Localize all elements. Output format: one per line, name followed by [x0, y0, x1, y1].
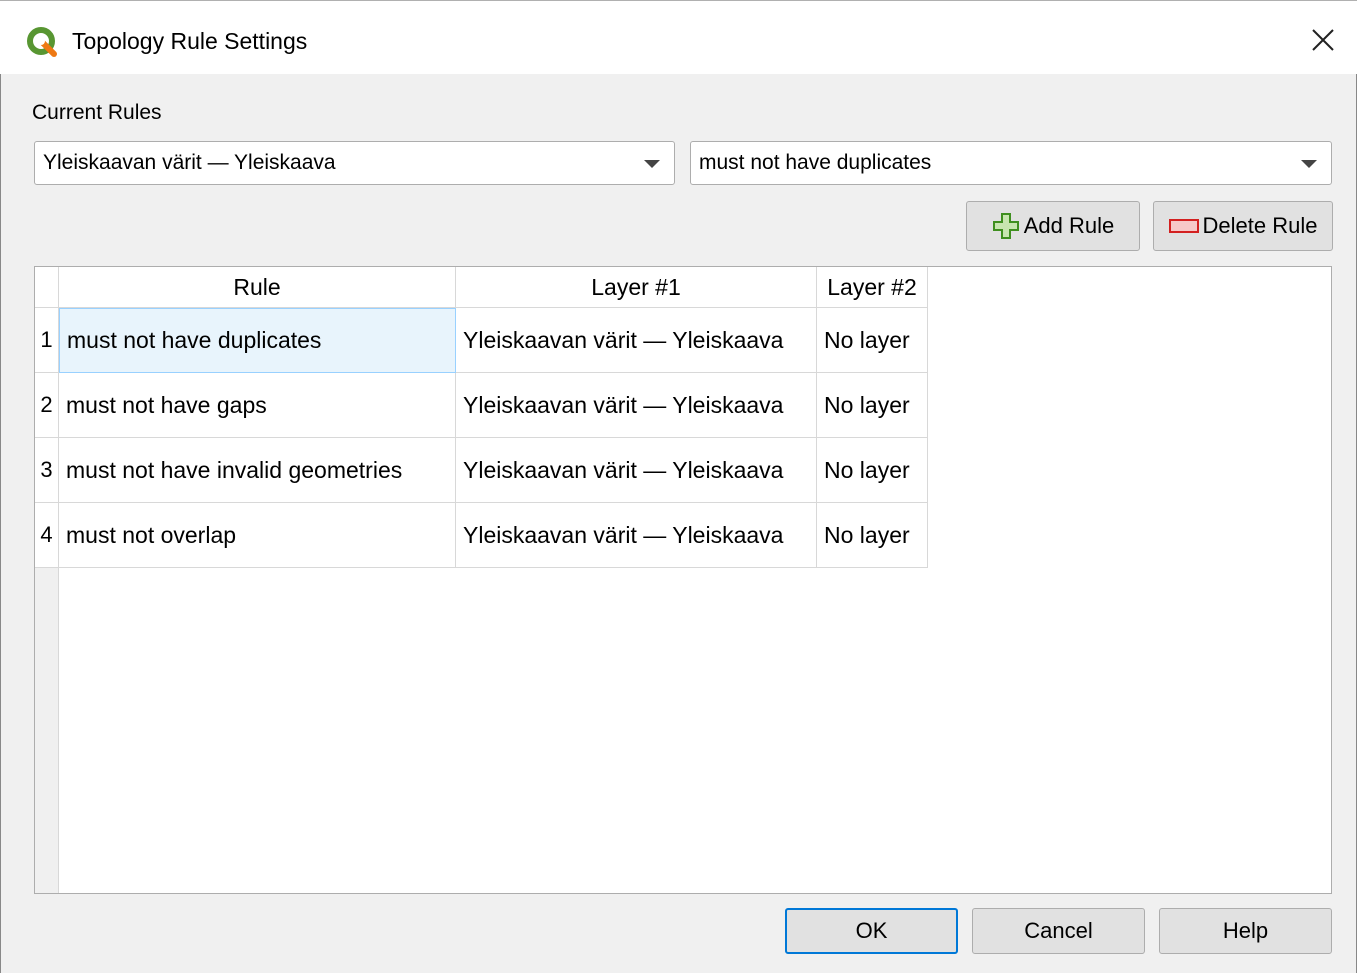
row-number[interactable]: 4: [35, 503, 59, 568]
title-bar: Topology Rule Settings: [0, 0, 1357, 74]
close-button[interactable]: [1289, 10, 1357, 70]
help-label: Help: [1222, 918, 1269, 943]
cell-rule[interactable]: must not overlap: [59, 503, 456, 568]
current-rules-label: Current Rules: [32, 101, 162, 124]
column-header-rule[interactable]: Rule: [59, 267, 456, 308]
column-header-layer1[interactable]: Layer #1: [456, 267, 817, 308]
rules-table[interactable]: Rule Layer #1 Layer #2 1 must not have d…: [34, 266, 1332, 894]
cell-layer1[interactable]: Yleiskaavan värit — Yleiskaava: [456, 503, 817, 568]
row-number[interactable]: 1: [35, 308, 59, 373]
table-header: Rule Layer #1 Layer #2: [35, 267, 1331, 309]
add-rule-button[interactable]: Add Rule: [966, 201, 1140, 251]
dialog-title: Topology Rule Settings: [72, 28, 308, 54]
cell-rule[interactable]: must not have duplicates: [59, 308, 456, 373]
row-number[interactable]: 2: [35, 373, 59, 438]
cell-layer2[interactable]: No layer: [817, 373, 928, 438]
column-header-layer2[interactable]: Layer #2: [817, 267, 928, 308]
table-row[interactable]: 4 must not overlap Yleiskaavan värit — Y…: [35, 503, 935, 568]
table-corner: [35, 267, 59, 308]
rule-combo-value: must not have duplicates: [699, 151, 932, 174]
layer-combo[interactable]: Yleiskaavan värit — Yleiskaava: [34, 141, 675, 185]
title-bar-edge: [0, 0, 1357, 9]
cancel-label: Cancel: [1024, 918, 1093, 943]
cancel-button[interactable]: Cancel: [972, 908, 1145, 954]
window-frame-left: [0, 0, 1, 973]
qgis-logo-icon: [26, 26, 58, 58]
layer-combo-value: Yleiskaavan värit — Yleiskaava: [43, 151, 336, 174]
minus-icon: [1168, 218, 1199, 234]
chevron-down-icon[interactable]: [644, 160, 660, 168]
row-number[interactable]: 3: [35, 438, 59, 503]
chevron-down-icon[interactable]: [1301, 160, 1317, 168]
cell-rule[interactable]: must not have gaps: [59, 373, 456, 438]
table-row[interactable]: 3 must not have invalid geometries Yleis…: [35, 438, 935, 503]
add-rule-label: Add Rule: [1023, 213, 1115, 238]
table-row[interactable]: 1 must not have duplicates Yleiskaavan v…: [35, 308, 935, 373]
table-row[interactable]: 2 must not have gaps Yleiskaavan värit —…: [35, 373, 935, 438]
cell-rule[interactable]: must not have invalid geometries: [59, 438, 456, 503]
close-icon[interactable]: [1311, 28, 1335, 52]
help-button[interactable]: Help: [1159, 908, 1332, 954]
plus-icon: [992, 212, 1020, 240]
ok-button[interactable]: OK: [785, 908, 958, 954]
cell-layer2[interactable]: No layer: [817, 308, 928, 373]
cell-layer1[interactable]: Yleiskaavan värit — Yleiskaava: [456, 373, 817, 438]
cell-layer1[interactable]: Yleiskaavan värit — Yleiskaava: [456, 308, 817, 373]
delete-rule-label: Delete Rule: [1202, 213, 1318, 238]
ok-label: OK: [855, 918, 888, 943]
cell-layer2[interactable]: No layer: [817, 438, 928, 503]
rule-combo[interactable]: must not have duplicates: [690, 141, 1332, 185]
cell-layer2[interactable]: No layer: [817, 503, 928, 568]
cell-layer1[interactable]: Yleiskaavan värit — Yleiskaava: [456, 438, 817, 503]
delete-rule-button[interactable]: Delete Rule: [1153, 201, 1333, 251]
